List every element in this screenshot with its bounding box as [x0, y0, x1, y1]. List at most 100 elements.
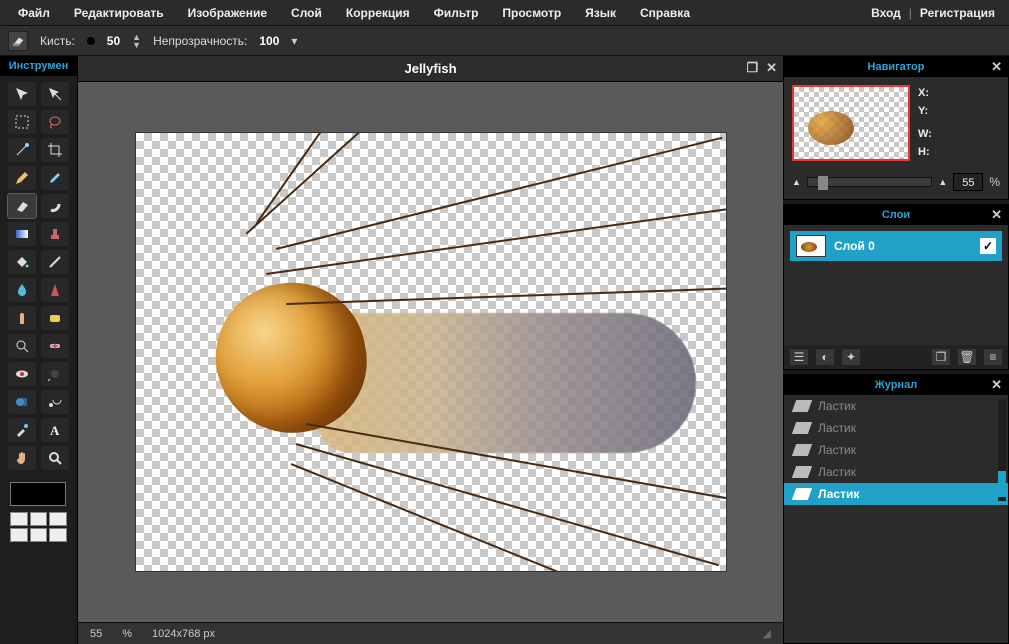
eraser-icon	[8, 31, 28, 51]
menu-edit[interactable]: Редактировать	[62, 0, 176, 26]
layer-mask-icon[interactable]: ◐	[816, 349, 834, 365]
tool-gradient[interactable]	[8, 222, 36, 246]
layer-settings-icon[interactable]: ☰	[790, 349, 808, 365]
zoom-in-icon[interactable]: ▲	[938, 177, 947, 187]
navigator-title: Навигатор	[868, 61, 925, 73]
zoom-out-icon[interactable]: ▲	[792, 177, 801, 187]
tool-stamp[interactable]	[41, 222, 69, 246]
tool-pencil[interactable]	[8, 166, 36, 190]
resize-grip-icon[interactable]: ◢	[763, 627, 771, 640]
tool-redeye[interactable]	[8, 362, 36, 386]
status-zoom: 55	[90, 628, 102, 640]
canvas[interactable]	[136, 133, 726, 571]
history-scrollbar[interactable]	[998, 399, 1006, 501]
tool-color-picker[interactable]	[8, 418, 36, 442]
history-item[interactable]: Ластик	[784, 483, 1008, 505]
layer-row[interactable]: Слой 0 ✓	[790, 231, 1002, 261]
jellyfish-body	[316, 313, 696, 453]
history-panel: Журнал ✕ Ластик Ластик Ластик Ластик Ластик	[783, 374, 1009, 644]
tool-marquee[interactable]	[8, 110, 36, 134]
eraser-icon	[792, 400, 812, 412]
layer-thumbnail	[796, 235, 826, 257]
tool-sponge[interactable]	[41, 306, 69, 330]
tool-line[interactable]	[41, 250, 69, 274]
menu-lang[interactable]: Язык	[573, 0, 628, 26]
history-close-icon[interactable]: ✕	[991, 375, 1002, 395]
menu-image[interactable]: Изображение	[176, 0, 279, 26]
nav-x-label: X:	[918, 85, 932, 103]
navigator-info: X: Y: W: H:	[918, 85, 932, 161]
history-item-label: Ластик	[818, 443, 856, 457]
tentacle	[245, 133, 365, 234]
layer-name[interactable]: Слой 0	[834, 239, 875, 253]
menu-file[interactable]: Файл	[6, 0, 62, 26]
tool-eraser[interactable]	[8, 194, 36, 218]
tool-wand[interactable]	[8, 138, 36, 162]
tool-finger[interactable]	[8, 306, 36, 330]
zoom-value[interactable]: 55	[953, 173, 983, 191]
document-title: Jellyfish	[404, 61, 456, 76]
swatch-palette[interactable]	[10, 512, 67, 542]
nav-y-label: Y:	[918, 103, 932, 121]
layers-title: Слои	[882, 209, 910, 221]
layer-delete-icon[interactable]: 🗑	[958, 349, 976, 365]
layer-duplicate-icon[interactable]: ❐	[932, 349, 950, 365]
history-item-label: Ластик	[818, 399, 856, 413]
tentacle	[275, 137, 722, 250]
layer-menu-icon[interactable]: ≡	[984, 349, 1002, 365]
tool-blur[interactable]	[8, 278, 36, 302]
menu-layer[interactable]: Слой	[279, 0, 334, 26]
layers-close-icon[interactable]: ✕	[991, 205, 1002, 225]
tool-zoom[interactable]	[41, 446, 69, 470]
tool-shape[interactable]	[8, 390, 36, 414]
history-item[interactable]: Ластик	[784, 417, 1008, 439]
tool-lasso[interactable]	[41, 110, 69, 134]
tool-type[interactable]: A	[41, 418, 69, 442]
tool-smudge[interactable]	[41, 194, 69, 218]
history-item[interactable]: Ластик	[784, 439, 1008, 461]
tool-paint-bucket[interactable]	[8, 250, 36, 274]
tool-hand[interactable]	[8, 446, 36, 470]
history-item-label: Ластик	[818, 465, 856, 479]
window-close-icon[interactable]: ✕	[766, 60, 777, 76]
auth-login[interactable]: Вход	[863, 6, 909, 20]
right-panels: Навигатор ✕ X: Y: W: H: ▲ ▲ 55 %	[783, 56, 1009, 644]
layer-visibility-checkbox[interactable]: ✓	[980, 238, 996, 254]
eraser-icon	[792, 488, 812, 500]
tool-dodge[interactable]	[41, 362, 69, 386]
opacity-dropdown-icon[interactable]: ▾	[291, 34, 297, 48]
brush-size-value[interactable]: 50	[107, 34, 120, 48]
menu-adjust[interactable]: Коррекция	[334, 0, 422, 26]
auth-register[interactable]: Регистрация	[912, 6, 1003, 20]
brush-size-stepper[interactable]: ▲▼	[132, 33, 141, 49]
tool-heal[interactable]	[41, 334, 69, 358]
tool-transform[interactable]	[41, 82, 69, 106]
tool-brush[interactable]	[41, 166, 69, 190]
tools-panel: Инструмен A	[0, 56, 78, 644]
workspace: Инструмен A Jellyfish ❐ ✕	[0, 56, 1009, 644]
menu-view[interactable]: Просмотр	[490, 0, 573, 26]
tool-magnify[interactable]	[8, 334, 36, 358]
layer-fx-icon[interactable]: ✦	[842, 349, 860, 365]
window-maximize-icon[interactable]: ❐	[746, 60, 758, 76]
history-item[interactable]: Ластик	[784, 461, 1008, 483]
tool-move[interactable]	[8, 82, 36, 106]
menu-help[interactable]: Справка	[628, 0, 702, 26]
status-dimensions: 1024x768 px	[152, 628, 215, 640]
navigator-close-icon[interactable]: ✕	[991, 57, 1002, 77]
foreground-color[interactable]	[10, 482, 66, 506]
navigator-thumbnail[interactable]	[792, 85, 910, 161]
tool-crop[interactable]	[41, 138, 69, 162]
tentacle	[295, 443, 718, 566]
opacity-value[interactable]: 100	[259, 34, 279, 48]
eraser-icon	[792, 422, 812, 434]
history-item[interactable]: Ластик	[784, 395, 1008, 417]
menu-filter[interactable]: Фильтр	[422, 0, 491, 26]
zoom-slider[interactable]	[807, 177, 932, 187]
tool-burn[interactable]	[41, 390, 69, 414]
canvas-viewport[interactable]	[78, 82, 783, 622]
history-title: Журнал	[875, 379, 917, 391]
brush-preview-dot[interactable]	[87, 37, 95, 45]
tentacle	[285, 287, 725, 304]
tool-sharpen[interactable]	[41, 278, 69, 302]
